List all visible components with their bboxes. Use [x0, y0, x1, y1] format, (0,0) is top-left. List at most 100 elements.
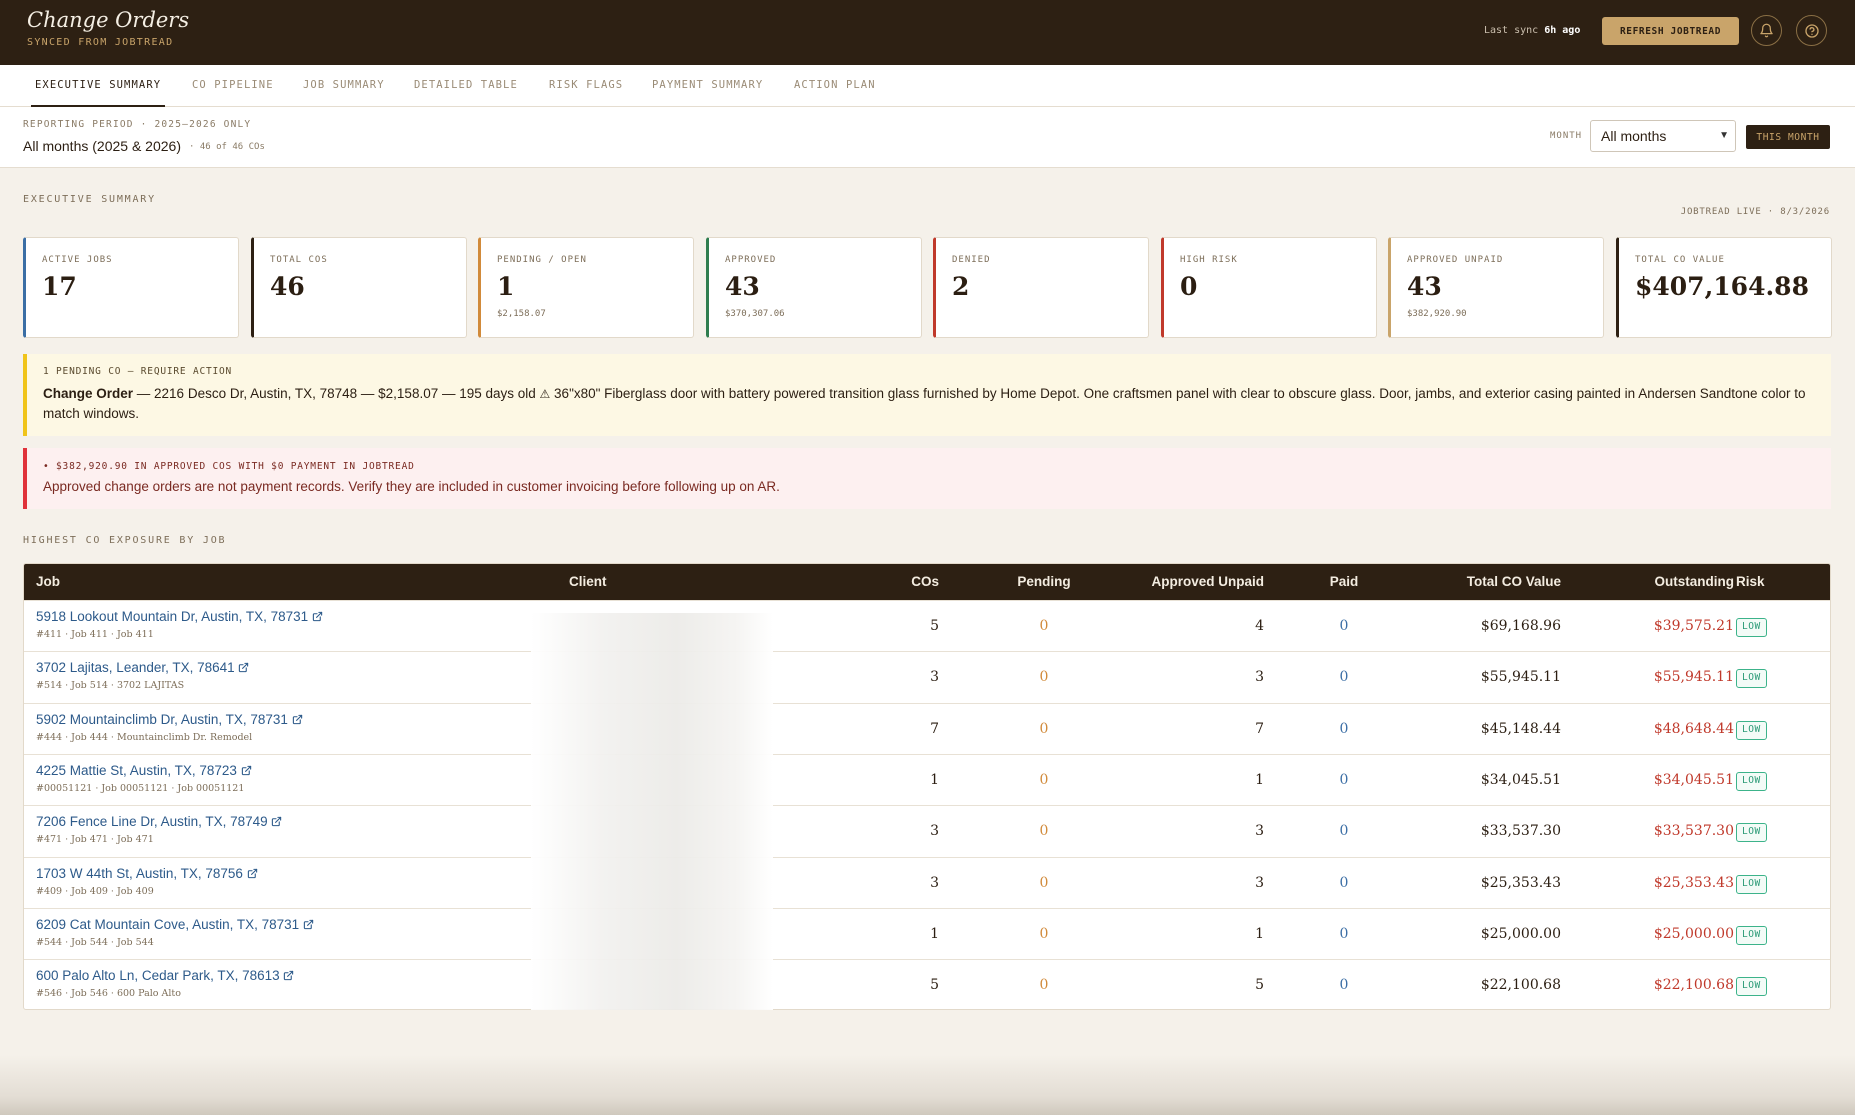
cell-pending: 0 — [1039, 823, 1049, 840]
cell-pending: 0 — [1039, 771, 1049, 788]
risk-badge: LOW — [1736, 771, 1767, 791]
job-address[interactable]: 3702 Lajitas, Leander, TX, 78641 — [36, 660, 235, 675]
tab-detailed-table[interactable]: DETAILED TABLE — [414, 65, 518, 107]
change-order-label: Change Order — [43, 386, 134, 401]
job-link[interactable]: 600 Palo Alto Ln, Cedar Park, TX, 78613 — [36, 968, 294, 983]
stat-card-high-risk: HIGH RISK 0 — [1161, 237, 1377, 338]
job-meta: #514 · Job 514 · 3702 LAJITAS — [36, 680, 185, 692]
cell-outstanding: $55,945.11 — [1653, 669, 1734, 686]
column-header-paid[interactable]: Paid — [1314, 564, 1374, 600]
pending-co-detail: — 2216 Desco Dr, Austin, TX, 78748 — $2,… — [133, 386, 540, 401]
help-circle-icon — [1804, 23, 1819, 38]
this-month-button[interactable]: THIS MONTH — [1746, 125, 1830, 149]
job-link[interactable]: 6209 Cat Mountain Cove, Austin, TX, 7873… — [36, 917, 314, 932]
tab-executive-summary[interactable]: EXECUTIVE SUMMARY — [31, 65, 166, 107]
job-address[interactable]: 5918 Lookout Mountain Dr, Austin, TX, 78… — [36, 609, 308, 624]
cell-paid: 0 — [1339, 874, 1349, 891]
external-link-icon[interactable] — [271, 816, 282, 827]
table-row: 1703 W 44th St, Austin, TX, 78756 #409 ·… — [24, 856, 1830, 908]
stat-label: HIGH RISK — [1180, 255, 1238, 265]
cell-paid: 0 — [1339, 823, 1349, 840]
stat-subvalue: $2,158.07 — [497, 309, 546, 319]
job-meta: #411 · Job 411 · Job 411 — [36, 629, 154, 640]
stat-value: 43 — [1407, 272, 1442, 301]
table-row: 600 Palo Alto Ln, Cedar Park, TX, 78613 … — [24, 959, 1830, 1009]
cell-cos: 3 — [930, 874, 939, 891]
tab-co-pipeline[interactable]: CO PIPELINE — [192, 65, 274, 107]
external-link-icon[interactable] — [312, 611, 323, 622]
external-link-icon[interactable] — [283, 970, 294, 981]
job-link[interactable]: 1703 W 44th St, Austin, TX, 78756 — [36, 866, 258, 881]
cell-cos: 5 — [930, 977, 939, 994]
job-address[interactable]: 5902 Mountainclimb Dr, Austin, TX, 78731 — [36, 712, 288, 727]
app-header: Change Orders SYNCED FROM JOBTREAD Last … — [0, 0, 1855, 65]
column-header-job[interactable]: Job — [36, 564, 60, 600]
external-link-icon[interactable] — [292, 714, 303, 725]
job-address[interactable]: 4225 Mattie St, Austin, TX, 78723 — [36, 763, 237, 778]
cell-cos: 3 — [930, 823, 939, 840]
job-address[interactable]: 7206 Fence Line Dr, Austin, TX, 78749 — [36, 814, 268, 829]
cell-outstanding: $25,000.00 — [1653, 925, 1734, 942]
job-link[interactable]: 7206 Fence Line Dr, Austin, TX, 78749 — [36, 814, 282, 829]
stat-card-total-co-value: TOTAL CO VALUE $407,164.88 — [1616, 237, 1832, 338]
cell-cos: 1 — [930, 925, 939, 942]
cell-total-co-value: $25,000.00 — [1480, 925, 1561, 942]
table-row: 7206 Fence Line Dr, Austin, TX, 78749 #4… — [24, 805, 1830, 856]
column-header-approved-unpaid[interactable]: Approved Unpaid — [1124, 564, 1264, 600]
unpaid-co-alert: • $382,920.90 IN APPROVED COS WITH $0 PA… — [23, 448, 1831, 509]
period-count: · 46 of 46 COs — [189, 142, 265, 152]
tab-action-plan[interactable]: ACTION PLAN — [794, 65, 876, 107]
job-link[interactable]: 3702 Lajitas, Leander, TX, 78641 — [36, 660, 249, 675]
column-header-risk[interactable]: Risk — [1736, 564, 1765, 600]
job-link[interactable]: 5918 Lookout Mountain Dr, Austin, TX, 78… — [36, 609, 323, 624]
column-header-client[interactable]: Client — [569, 564, 607, 600]
job-meta: #409 · Job 409 · Job 409 — [36, 885, 154, 897]
tab-payment-summary[interactable]: PAYMENT SUMMARY — [652, 65, 763, 107]
cell-pending: 0 — [1039, 874, 1049, 891]
tab-risk-flags[interactable]: RISK FLAGS — [549, 65, 623, 107]
external-link-icon[interactable] — [238, 662, 249, 673]
column-header-total-co-value[interactable]: Total CO Value — [1414, 564, 1561, 600]
cell-outstanding: $39,575.21 — [1653, 618, 1734, 634]
job-link[interactable]: 4225 Mattie St, Austin, TX, 78723 — [36, 763, 252, 778]
cell-approved-unpaid: 1 — [1255, 771, 1264, 788]
job-link[interactable]: 5902 Mountainclimb Dr, Austin, TX, 78731 — [36, 712, 303, 727]
job-address[interactable]: 1703 W 44th St, Austin, TX, 78756 — [36, 866, 243, 881]
alert-body: Change Order — 2216 Desco Dr, Austin, TX… — [43, 384, 1811, 424]
cell-pending: 0 — [1039, 669, 1049, 686]
tab-job-summary[interactable]: JOB SUMMARY — [303, 65, 385, 107]
stat-value: $407,164.88 — [1635, 272, 1809, 301]
column-header-cos[interactable]: COs — [869, 564, 939, 600]
stat-value: 1 — [497, 272, 515, 301]
external-link-icon[interactable] — [241, 765, 252, 776]
help-button[interactable] — [1796, 15, 1827, 46]
cell-pending: 0 — [1039, 720, 1049, 737]
stat-value: 2 — [952, 272, 970, 301]
cell-outstanding: $34,045.51 — [1653, 771, 1734, 788]
cell-cos: 7 — [930, 720, 939, 737]
stat-card-pending: PENDING / OPEN 1 $2,158.07 — [478, 237, 694, 338]
external-link-icon[interactable] — [247, 868, 258, 879]
column-header-outstanding[interactable]: Outstanding — [1584, 564, 1735, 600]
table-row: 5902 Mountainclimb Dr, Austin, TX, 78731… — [24, 702, 1830, 754]
stat-label: TOTAL COS — [270, 255, 328, 265]
job-meta: #444 · Job 444 · Mountainclimb Dr. Remod… — [36, 731, 253, 743]
month-label: MONTH — [1550, 131, 1583, 141]
notifications-button[interactable] — [1751, 15, 1782, 46]
job-address[interactable]: 6209 Cat Mountain Cove, Austin, TX, 7873… — [36, 917, 299, 932]
stat-label: TOTAL CO VALUE — [1635, 255, 1725, 265]
column-header-pending[interactable]: Pending — [984, 564, 1104, 600]
table-row: 6209 Cat Mountain Cove, Austin, TX, 7873… — [24, 907, 1830, 959]
job-exposure-table: Job Client COs Pending Approved Unpaid P… — [23, 563, 1831, 1010]
cell-outstanding: $25,353.43 — [1653, 874, 1734, 891]
table-row: 5918 Lookout Mountain Dr, Austin, TX, 78… — [24, 600, 1830, 651]
client-column-redaction — [531, 613, 773, 1010]
month-select[interactable]: All months ▼ — [1590, 120, 1736, 152]
tab-bar: EXECUTIVE SUMMARY CO PIPELINE JOB SUMMAR… — [0, 65, 1855, 107]
job-address[interactable]: 600 Palo Alto Ln, Cedar Park, TX, 78613 — [36, 968, 280, 983]
job-meta: #00051121 · Job 00051121 · Job 00051121 — [36, 782, 245, 794]
external-link-icon[interactable] — [303, 919, 314, 930]
refresh-jobtread-button[interactable]: REFRESH JOBTREAD — [1602, 17, 1739, 45]
cell-approved-unpaid: 5 — [1255, 977, 1264, 994]
period-label: REPORTING PERIOD · 2025–2026 ONLY — [23, 119, 252, 130]
